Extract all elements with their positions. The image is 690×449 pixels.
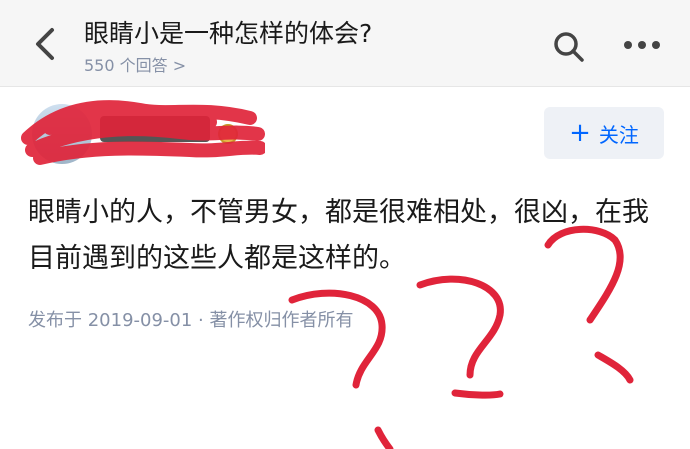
search-button[interactable]	[552, 30, 586, 64]
back-button[interactable]	[28, 22, 64, 66]
more-horizontal-icon	[624, 41, 660, 49]
top-bar: 眼睛小是一种怎样的体会? 550 个回答 >	[0, 0, 690, 87]
question-title[interactable]: 眼睛小是一种怎样的体会?	[84, 14, 372, 50]
author-name[interactable]	[100, 116, 210, 142]
avatar[interactable]	[32, 104, 92, 164]
answer-meta: 发布于 2019-09-01 · 著作权归作者所有	[28, 310, 354, 331]
badge-icon	[218, 124, 238, 144]
answer-count[interactable]: 550 个回答 >	[84, 52, 186, 76]
search-icon	[554, 32, 584, 62]
chevron-left-icon	[36, 28, 54, 60]
follow-button[interactable]: + 关注	[544, 107, 664, 159]
answer-text: 眼睛小的人，不管男女，都是很难相处，很凶，在我目前遇到的这些人都是这样的。	[28, 197, 649, 274]
follow-label: 关注	[598, 122, 639, 147]
more-button[interactable]	[620, 34, 664, 56]
plus-icon: +	[569, 118, 591, 148]
